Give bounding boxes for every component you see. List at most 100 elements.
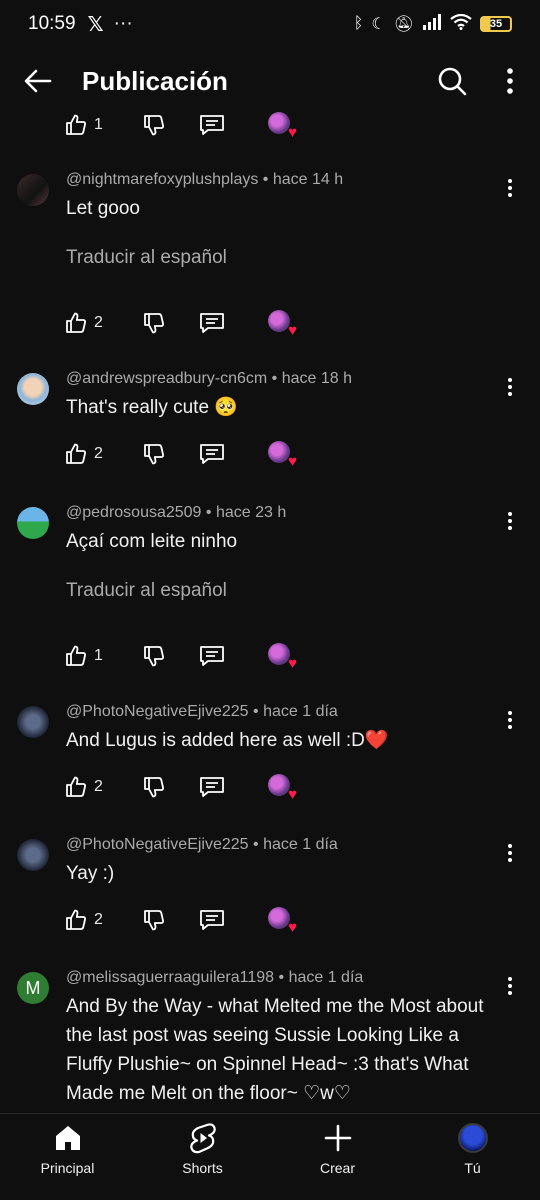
comment-author[interactable]: @andrewspreadbury-cn6cm — [66, 370, 267, 387]
creator-heart-icon: ♥ — [268, 907, 297, 935]
signal-icon — [422, 13, 442, 35]
comment-text: Açaí com leite ninho — [66, 531, 238, 552]
nav-home[interactable]: Principal — [0, 1114, 135, 1200]
comment-author[interactable]: @pedrosousa2509 — [66, 504, 201, 521]
like-count: 1 — [94, 647, 103, 664]
comment-menu-button[interactable] — [502, 373, 518, 401]
nav-shorts[interactable]: Shorts — [135, 1114, 270, 1200]
comment-age: hace 18 h — [281, 370, 352, 387]
comment-menu-button[interactable] — [502, 706, 518, 734]
reply-button[interactable] — [199, 113, 268, 137]
reply-button[interactable] — [199, 908, 268, 932]
creator-heart-icon: ♥ — [268, 441, 297, 469]
comment-age: hace 14 h — [272, 171, 344, 188]
more-options-button[interactable] — [488, 59, 532, 103]
comment-icon — [200, 444, 224, 464]
like-count: 2 — [94, 778, 103, 795]
nav-create[interactable]: Crear — [270, 1114, 405, 1200]
creator-heart-icon: ♥ — [268, 310, 297, 338]
nav-create-label: Crear — [319, 1160, 355, 1176]
nav-you[interactable]: Tú — [405, 1114, 540, 1200]
comment-actions: 1 ♥ — [64, 641, 490, 671]
translate-link[interactable]: Traducir al español — [66, 579, 490, 603]
avatar-letter: M — [25, 977, 41, 998]
reply-button[interactable] — [199, 442, 268, 466]
dislike-button[interactable] — [142, 644, 199, 668]
bottom-nav: Principal Shorts Crear Tú — [0, 1113, 540, 1200]
like-button[interactable]: 2 — [64, 908, 142, 932]
comment-age: hace 1 día — [288, 969, 364, 986]
bluetooth-icon: ᛒ — [353, 15, 364, 32]
like-button[interactable]: 2 — [64, 442, 142, 466]
avatar[interactable]: M — [17, 972, 49, 1004]
comment-actions: 2 ♥ — [64, 772, 490, 802]
search-icon — [438, 67, 467, 96]
thumb-down-icon — [144, 444, 164, 465]
nav-you-label: Tú — [464, 1160, 481, 1176]
nav-shorts-label: Shorts — [182, 1160, 223, 1176]
comment-menu-button[interactable] — [502, 972, 518, 1000]
comment-menu-button[interactable] — [502, 174, 518, 202]
comment-menu-button[interactable] — [502, 839, 518, 867]
battery-level: 35 — [489, 18, 503, 30]
plus-icon — [324, 1124, 351, 1152]
shorts-icon — [189, 1123, 216, 1154]
avatar[interactable] — [17, 507, 49, 539]
thumb-down-icon — [144, 115, 164, 136]
like-count: 2 — [94, 445, 103, 462]
comment-actions: 2 ♥ — [64, 439, 490, 469]
comment-text: And By the Way - what Melted me the Most… — [66, 996, 484, 1104]
avatar[interactable] — [17, 174, 49, 206]
thumb-down-icon — [144, 910, 164, 931]
more-vert-icon — [507, 68, 513, 94]
thumb-up-icon — [66, 909, 86, 930]
comment-icon — [200, 777, 224, 797]
dnd-moon-icon: ☾ — [371, 16, 386, 33]
like-count: 2 — [94, 911, 103, 928]
avatar[interactable] — [17, 706, 49, 738]
thumb-up-icon — [66, 443, 86, 464]
reply-button[interactable] — [199, 311, 268, 335]
dislike-button[interactable] — [142, 311, 199, 335]
more-notifications-icon: ··· — [113, 13, 133, 34]
status-bar: 10:59 𝕏 ··· ᛒ ☾ 🔕︎ 35 — [0, 0, 540, 48]
reply-button[interactable] — [199, 644, 268, 668]
like-button[interactable]: 2 — [64, 311, 142, 335]
like-count: 2 — [94, 314, 103, 331]
back-button[interactable] — [18, 61, 58, 101]
dislike-button[interactable] — [142, 113, 199, 137]
translate-link[interactable]: Traducir al español — [66, 246, 490, 270]
search-button[interactable] — [430, 59, 474, 103]
app-header: Publicación — [0, 52, 540, 110]
like-button[interactable]: 1 — [64, 644, 142, 668]
user-avatar — [457, 1123, 488, 1153]
like-button[interactable]: 2 — [64, 775, 142, 799]
like-count: 1 — [94, 116, 103, 133]
comment-age: hace 1 día — [263, 836, 338, 853]
creator-heart-icon: ♥ — [268, 774, 297, 802]
nav-home-label: Principal — [40, 1160, 95, 1176]
comment-author[interactable]: @PhotoNegativeEjive225 — [66, 703, 249, 720]
comment-actions: 2 ♥ — [64, 905, 490, 935]
like-button[interactable]: 1 — [64, 113, 142, 137]
comments-list: 1 ♥ @nightmarefoxyplushplays • hace 14 h… — [0, 110, 540, 1113]
thumb-up-icon — [66, 645, 86, 666]
comment-author[interactable]: @nightmarefoxyplushplays — [66, 171, 258, 188]
creator-heart-icon: ♥ — [268, 112, 297, 140]
dislike-button[interactable] — [142, 908, 199, 932]
comment-author[interactable]: @melissaguerraaguilera1198 — [66, 969, 274, 986]
comment-actions: 2 ♥ — [64, 308, 490, 338]
avatar[interactable] — [17, 839, 49, 871]
comment-text: That's really cute 🥺 — [66, 397, 238, 418]
home-icon — [55, 1126, 80, 1150]
avatar[interactable] — [17, 373, 49, 405]
thumb-down-icon — [144, 646, 164, 667]
comment-menu-button[interactable] — [502, 507, 518, 535]
dislike-button[interactable] — [142, 775, 199, 799]
arrow-left-icon — [24, 69, 52, 93]
reply-button[interactable] — [199, 775, 268, 799]
page-title: Publicación — [82, 65, 228, 96]
dislike-button[interactable] — [142, 442, 199, 466]
comment-author[interactable]: @PhotoNegativeEjive225 — [66, 836, 249, 853]
comment-text: Let gooo — [66, 198, 140, 219]
